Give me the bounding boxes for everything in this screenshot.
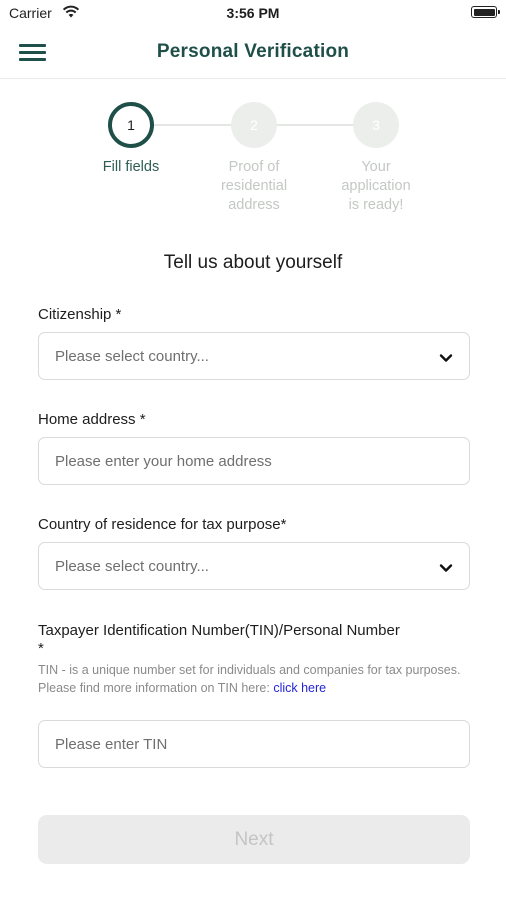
home-address-field[interactable]: Please enter your home address bbox=[38, 437, 470, 485]
status-bar: Carrier 3:56 PM bbox=[0, 0, 506, 28]
chevron-down-icon bbox=[439, 560, 453, 578]
step-1-label: Fill fields bbox=[102, 159, 160, 175]
citizenship-select[interactable]: Please select country... bbox=[38, 332, 470, 380]
step-connector bbox=[276, 124, 359, 126]
citizenship-placeholder: Please select country... bbox=[55, 348, 209, 365]
tin-placeholder: Please enter TIN bbox=[55, 736, 168, 753]
citizenship-label: Citizenship * bbox=[38, 306, 122, 323]
tax-country-label: Country of residence for tax purpose* bbox=[38, 516, 287, 533]
tin-label: Taxpayer Identification Number(TIN)/Pers… bbox=[38, 622, 400, 657]
home-address-placeholder: Please enter your home address bbox=[55, 453, 272, 470]
tin-field[interactable]: Please enter TIN bbox=[38, 720, 470, 768]
page-title: Personal Verification bbox=[156, 41, 350, 62]
tin-hint: TIN - is a unique number set for individ… bbox=[38, 663, 461, 695]
tax-country-select[interactable]: Please select country... bbox=[38, 542, 470, 590]
navigation-bar: Personal Verification bbox=[0, 28, 506, 79]
step-1-indicator: 1 bbox=[108, 102, 154, 148]
chevron-down-icon bbox=[439, 350, 453, 368]
tax-country-placeholder: Please select country... bbox=[55, 558, 209, 575]
tin-info-link[interactable]: click here bbox=[273, 681, 326, 695]
step-3-indicator: 3 bbox=[353, 102, 399, 148]
form-heading: Tell us about yourself bbox=[163, 252, 343, 273]
step-3-label: Your application is ready! bbox=[341, 159, 411, 213]
battery-icon bbox=[471, 6, 500, 18]
home-address-label: Home address * bbox=[38, 411, 146, 428]
progress-stepper: 1 2 3 Fill fields Proof of residential a… bbox=[0, 100, 506, 230]
step-2-indicator: 2 bbox=[231, 102, 277, 148]
step-2-label: Proof of residential address bbox=[220, 159, 288, 213]
step-connector bbox=[153, 124, 236, 126]
next-button[interactable]: Next bbox=[38, 815, 470, 864]
clock: 3:56 PM bbox=[226, 5, 280, 21]
